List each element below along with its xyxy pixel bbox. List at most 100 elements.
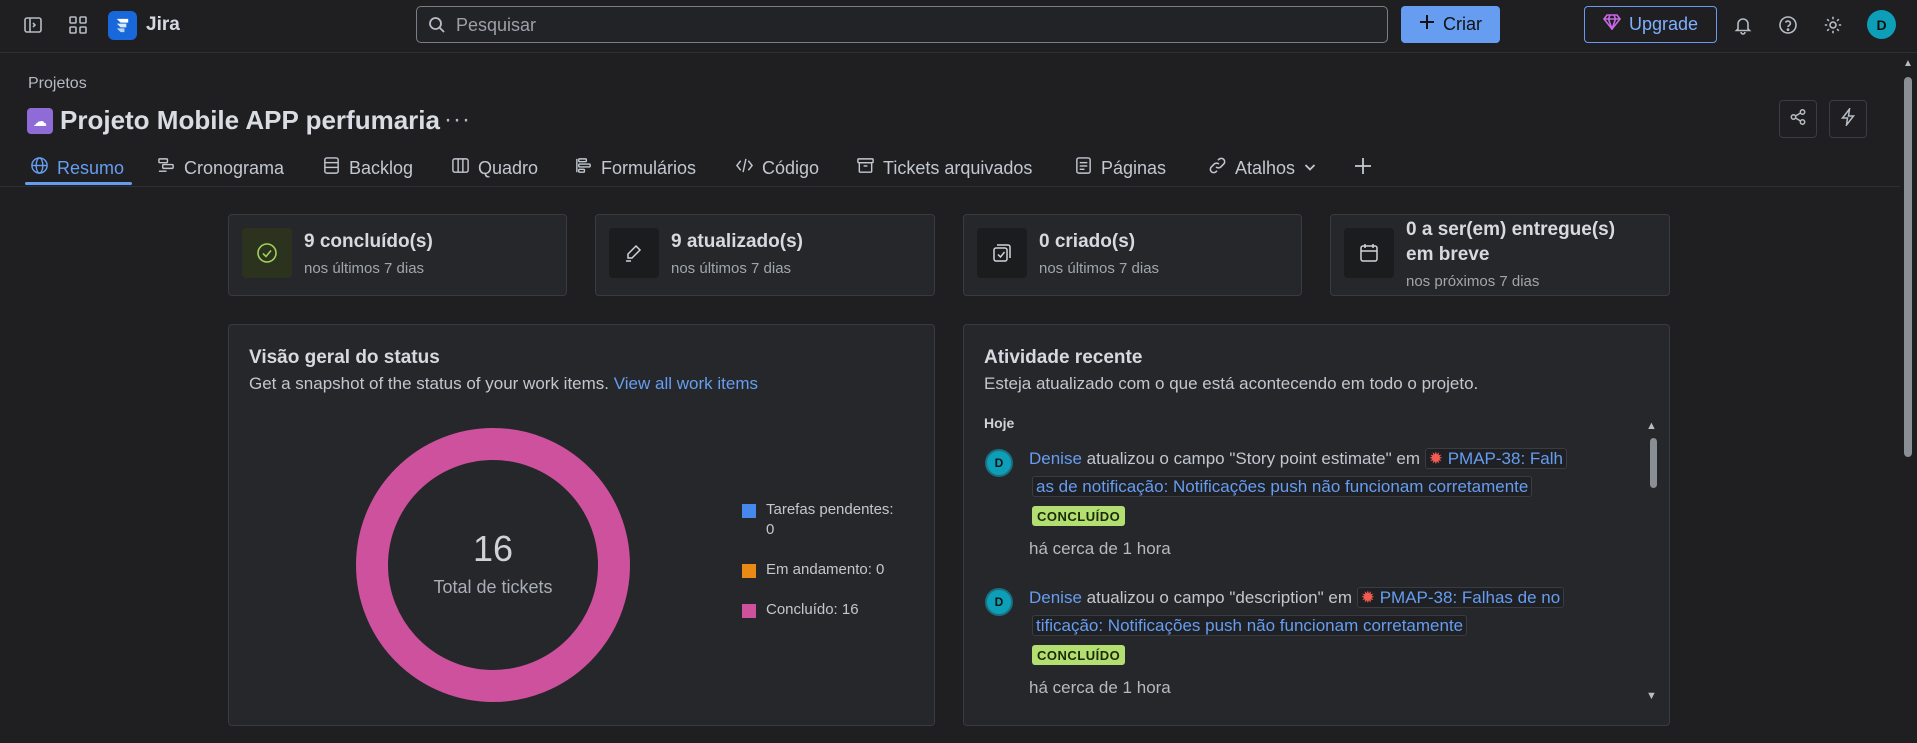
stat-title: 0 criado(s) (1039, 231, 1136, 252)
scroll-up-arrow-icon[interactable]: ▲ (1646, 420, 1657, 432)
app-switcher-icon[interactable] (65, 12, 91, 38)
view-all-work-items-link[interactable]: View all work items (614, 374, 758, 393)
tab-label: Resumo (57, 157, 125, 178)
gem-icon (1602, 14, 1621, 35)
tab-resumo[interactable]: Resumo (30, 154, 124, 182)
activity-user-link[interactable]: Denise (1029, 588, 1082, 607)
check-circle-icon (242, 228, 292, 278)
status-donut-chart: 16 Total de tickets (356, 428, 630, 702)
share-icon (1789, 108, 1807, 130)
add-tab-button[interactable] (1354, 154, 1372, 182)
board-icon (451, 156, 470, 180)
tab-label: Páginas (1101, 157, 1167, 178)
stat-subtitle: nos últimos 7 dias (304, 260, 425, 277)
share-button[interactable] (1779, 100, 1817, 138)
user-avatar[interactable]: D (1867, 10, 1896, 39)
legend-swatch (742, 564, 756, 578)
activity-user-link[interactable]: Denise (1029, 449, 1082, 468)
activity-scrollbar-thumb[interactable] (1650, 438, 1657, 488)
search-box[interactable] (416, 6, 1388, 44)
page-title: Projeto Mobile APP perfumaria (60, 105, 440, 135)
breadcrumb[interactable]: Projetos (28, 75, 87, 93)
tab-cronograma[interactable]: Cronograma (157, 154, 284, 182)
stat-subtitle: nos próximos 7 dias (1406, 273, 1540, 290)
tab-label: Backlog (349, 157, 414, 178)
archive-icon (856, 156, 875, 180)
activity-text: Denise atualizou o campo "description" e… (1029, 584, 1565, 612)
automation-button[interactable] (1829, 100, 1867, 138)
globe-icon (30, 156, 49, 180)
stat-card-atualizados[interactable]: 9 atualizado(s) nos últimos 7 dias (595, 214, 935, 296)
settings-gear-icon[interactable] (1820, 12, 1846, 38)
create-button-label: Criar (1443, 14, 1482, 34)
status-badge: CONCLUÍDO (1032, 506, 1126, 526)
lightning-bolt-icon (1840, 106, 1856, 130)
activity-text-continued: tificação: Notificações push não funcion… (1032, 612, 1468, 640)
sidebar-toggle-icon[interactable] (20, 12, 46, 38)
app-name[interactable]: Jira (146, 14, 180, 36)
legend-label: Tarefas pendentes: 0 (766, 500, 894, 540)
activity-avatar[interactable]: D (985, 588, 1013, 616)
chevron-down-icon (1303, 158, 1317, 179)
tab-label: Atalhos (1235, 157, 1296, 178)
search-input[interactable] (454, 7, 1358, 44)
tab-tickets-arquivados[interactable]: Tickets arquivados (856, 154, 1032, 182)
tab-formularios[interactable]: Formulários (574, 154, 696, 182)
ticket-link[interactable]: ✹ PMAP-38: Falhas de no (1356, 587, 1565, 608)
active-tab-indicator (25, 182, 132, 185)
ticket-link-continued[interactable]: as de notificação: Notificações push não… (1032, 476, 1533, 497)
activity-action: atualizou o campo "description" em (1086, 588, 1352, 607)
activity-text: Denise atualizou o campo "Story point es… (1029, 445, 1567, 473)
legend-item-pendentes: Tarefas pendentes: 0 (742, 500, 894, 540)
upgrade-button-label: Upgrade (1628, 14, 1699, 34)
edit-icon (609, 228, 659, 278)
stat-card-entregues[interactable]: 0 a ser(em) entregue(s) em breve nos pró… (1330, 214, 1670, 296)
stat-title-line2: em breve (1406, 244, 1490, 265)
panel-title: Visão geral do status (249, 347, 440, 368)
link-icon (1208, 156, 1227, 180)
tab-codigo[interactable]: Código (735, 154, 819, 182)
timeline-icon (157, 156, 176, 180)
jira-logo-icon[interactable] (108, 11, 137, 40)
legend-swatch (742, 604, 756, 618)
activity-avatar[interactable]: D (985, 449, 1013, 477)
forms-icon (574, 156, 593, 180)
stat-card-criados[interactable]: 0 criado(s) nos últimos 7 dias (963, 214, 1302, 296)
tab-quadro[interactable]: Quadro (451, 154, 538, 182)
plus-icon (1354, 157, 1372, 180)
stat-card-concluidos[interactable]: 9 concluído(s) nos últimos 7 dias (228, 214, 567, 296)
top-navigation-bar: Jira Criar Upgrade D (0, 0, 1917, 53)
notifications-bell-icon[interactable] (1730, 12, 1756, 38)
ticket-link-continued[interactable]: tificação: Notificações push não funcion… (1032, 615, 1468, 636)
more-actions-icon[interactable]: ··· (444, 106, 471, 134)
panel-subtitle-text: Get a snapshot of the status of your wor… (249, 374, 610, 393)
tab-label: Tickets arquivados (883, 157, 1033, 178)
create-button[interactable]: Criar (1401, 6, 1500, 43)
ticket-link[interactable]: ✹ PMAP-38: Falh (1424, 448, 1567, 469)
activity-action: atualizou o campo "Story point estimate"… (1086, 449, 1420, 468)
activity-text-continued: as de notificação: Notificações push não… (1032, 473, 1533, 501)
recent-activity-panel: Atividade recente Esteja atualizado com … (963, 324, 1670, 726)
activity-timestamp: há cerca de 1 hora (1029, 539, 1171, 558)
search-icon (427, 15, 447, 39)
scroll-up-arrow-icon[interactable]: ▲ (1903, 58, 1913, 69)
pages-icon (1074, 156, 1093, 180)
tab-paginas[interactable]: Páginas (1074, 154, 1166, 182)
bug-icon: ✹ (1360, 588, 1375, 607)
help-icon[interactable] (1775, 12, 1801, 38)
chart-total-label: Total de tickets (433, 577, 552, 597)
scroll-down-arrow-icon[interactable]: ▼ (1646, 690, 1657, 702)
ticket-link-text: PMAP-38: Falh (1447, 449, 1563, 468)
legend-item-andamento: Em andamento: 0 (742, 560, 884, 580)
backlog-icon (322, 156, 341, 180)
stat-title: 0 a ser(em) entregue(s) em breve (1406, 217, 1615, 267)
page-scrollbar-thumb[interactable] (1904, 77, 1912, 457)
stat-title-line1: 0 a ser(em) entregue(s) (1406, 219, 1616, 240)
upgrade-button[interactable]: Upgrade (1584, 6, 1717, 43)
page-scrollbar[interactable]: ▲ (1899, 52, 1917, 743)
tab-backlog[interactable]: Backlog (322, 154, 413, 182)
status-badge: CONCLUÍDO (1032, 645, 1126, 665)
chart-total-value: 16 (473, 528, 513, 569)
tab-label: Quadro (478, 157, 539, 178)
tab-atalhos[interactable]: Atalhos (1208, 154, 1317, 182)
